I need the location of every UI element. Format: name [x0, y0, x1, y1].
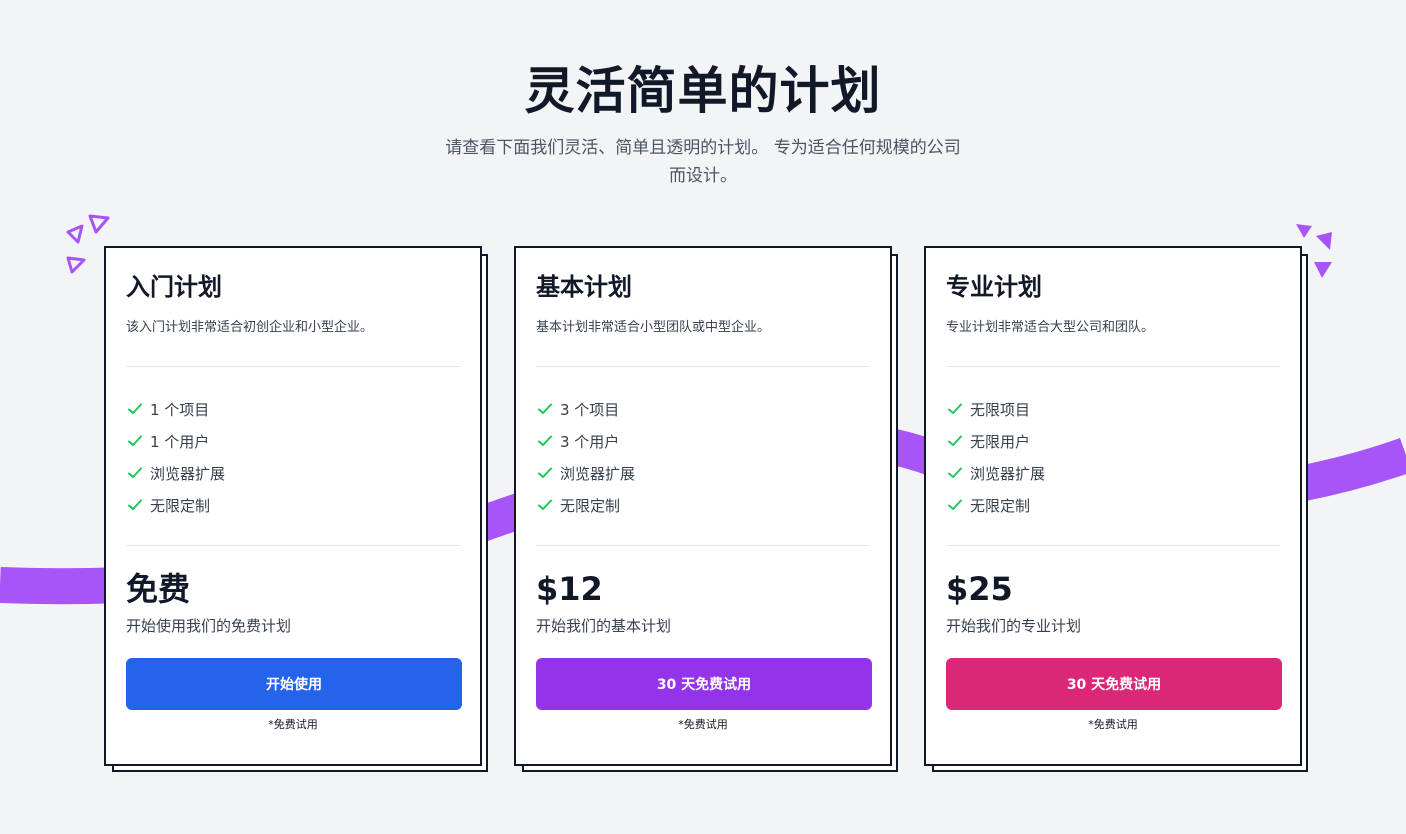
page-title: 灵活简单的计划 [524, 62, 882, 120]
check-icon [128, 499, 142, 510]
check-icon [538, 403, 552, 414]
feature-item: 无限项目 [946, 393, 1280, 425]
feature-label: 无限项目 [970, 400, 1031, 419]
feature-item: 无限用户 [946, 425, 1280, 457]
divider [946, 545, 1280, 546]
check-icon [538, 499, 552, 510]
feature-item: 浏览器扩展 [536, 457, 870, 489]
check-icon [948, 499, 962, 510]
feature-list: 无限项目 无限用户 浏览器扩展 无限定制 [946, 367, 1280, 545]
feature-label: 无限用户 [970, 432, 1031, 451]
plan-description: 基本计划非常适合小型团队或中型企业。 [536, 320, 771, 335]
plan-card-starter: 入门计划 该入门计划非常适合初创企业和小型企业。 1 个项目 1 个用户 浏览器… [104, 246, 488, 772]
feature-label: 3 个用户 [560, 432, 620, 451]
check-icon [948, 403, 962, 414]
plan-price-note: 开始我们的基本计划 [536, 617, 672, 635]
divider [126, 545, 460, 546]
feature-label: 无限定制 [150, 496, 211, 515]
feature-label: 1 个用户 [150, 432, 210, 451]
feature-label: 无限定制 [970, 496, 1031, 515]
plan-card-pro: 专业计划 专业计划非常适合大型公司和团队。 无限项目 无限用户 浏览器扩展 无限… [924, 246, 1308, 772]
feature-item: 浏览器扩展 [126, 457, 460, 489]
check-icon [128, 467, 142, 478]
feature-label: 无限定制 [560, 496, 621, 515]
plan-price-note: 开始我们的专业计划 [946, 617, 1082, 635]
check-icon [538, 467, 552, 478]
pricing-page: 灵活简单的计划 请查看下面我们灵活、简单且透明的计划。 专为适合任何规模的公司而… [0, 0, 1406, 834]
feature-label: 浏览器扩展 [560, 464, 636, 483]
page-subtitle: 请查看下面我们灵活、简单且透明的计划。 专为适合任何规模的公司而设计。 [445, 138, 961, 186]
feature-item: 无限定制 [126, 489, 460, 521]
plan-price-note: 开始使用我们的免费计划 [126, 617, 292, 635]
plan-footnote: *免费试用 [678, 718, 728, 731]
plan-title: 基本计划 [536, 273, 632, 301]
feature-list: 1 个项目 1 个用户 浏览器扩展 无限定制 [126, 367, 460, 545]
feature-label: 3 个项目 [560, 400, 620, 419]
divider [536, 545, 870, 546]
feature-item: 浏览器扩展 [946, 457, 1280, 489]
free-trial-button[interactable]: 30 天免费试用 [946, 658, 1282, 710]
feature-list: 3 个项目 3 个用户 浏览器扩展 无限定制 [536, 367, 870, 545]
check-icon [128, 403, 142, 414]
check-icon [538, 435, 552, 446]
plan-price: 免费 [126, 570, 191, 608]
plan-card: 入门计划 该入门计划非常适合初创企业和小型企业。 1 个项目 1 个用户 浏览器… [104, 246, 482, 766]
feature-label: 浏览器扩展 [970, 464, 1046, 483]
page-header: 灵活简单的计划 请查看下面我们灵活、简单且透明的计划。 专为适合任何规模的公司而… [0, 58, 1406, 190]
plan-card: 基本计划 基本计划非常适合小型团队或中型企业。 3 个项目 3 个用户 浏览器扩… [514, 246, 892, 766]
feature-item: 1 个项目 [126, 393, 460, 425]
plan-description: 专业计划非常适合大型公司和团队。 [946, 320, 1155, 335]
feature-label: 浏览器扩展 [150, 464, 226, 483]
free-trial-button[interactable]: 30 天免费试用 [536, 658, 872, 710]
plan-footnote: *免费试用 [1088, 718, 1138, 731]
plan-price: $12 [536, 570, 603, 608]
plan-title: 专业计划 [946, 273, 1042, 301]
feature-item: 无限定制 [536, 489, 870, 521]
plan-footnote: *免费试用 [268, 718, 318, 731]
plan-price: $25 [946, 570, 1013, 608]
feature-label: 1 个项目 [150, 400, 210, 419]
check-icon [128, 435, 142, 446]
feature-item: 1 个用户 [126, 425, 460, 457]
get-started-button[interactable]: 开始使用 [126, 658, 462, 710]
plan-description: 该入门计划非常适合初创企业和小型企业。 [126, 320, 374, 335]
plan-title: 入门计划 [126, 273, 222, 301]
plan-card: 专业计划 专业计划非常适合大型公司和团队。 无限项目 无限用户 浏览器扩展 无限… [924, 246, 1302, 766]
feature-item: 无限定制 [946, 489, 1280, 521]
plan-card-basic: 基本计划 基本计划非常适合小型团队或中型企业。 3 个项目 3 个用户 浏览器扩… [514, 246, 898, 772]
feature-item: 3 个项目 [536, 393, 870, 425]
feature-item: 3 个用户 [536, 425, 870, 457]
check-icon [948, 467, 962, 478]
check-icon [948, 435, 962, 446]
